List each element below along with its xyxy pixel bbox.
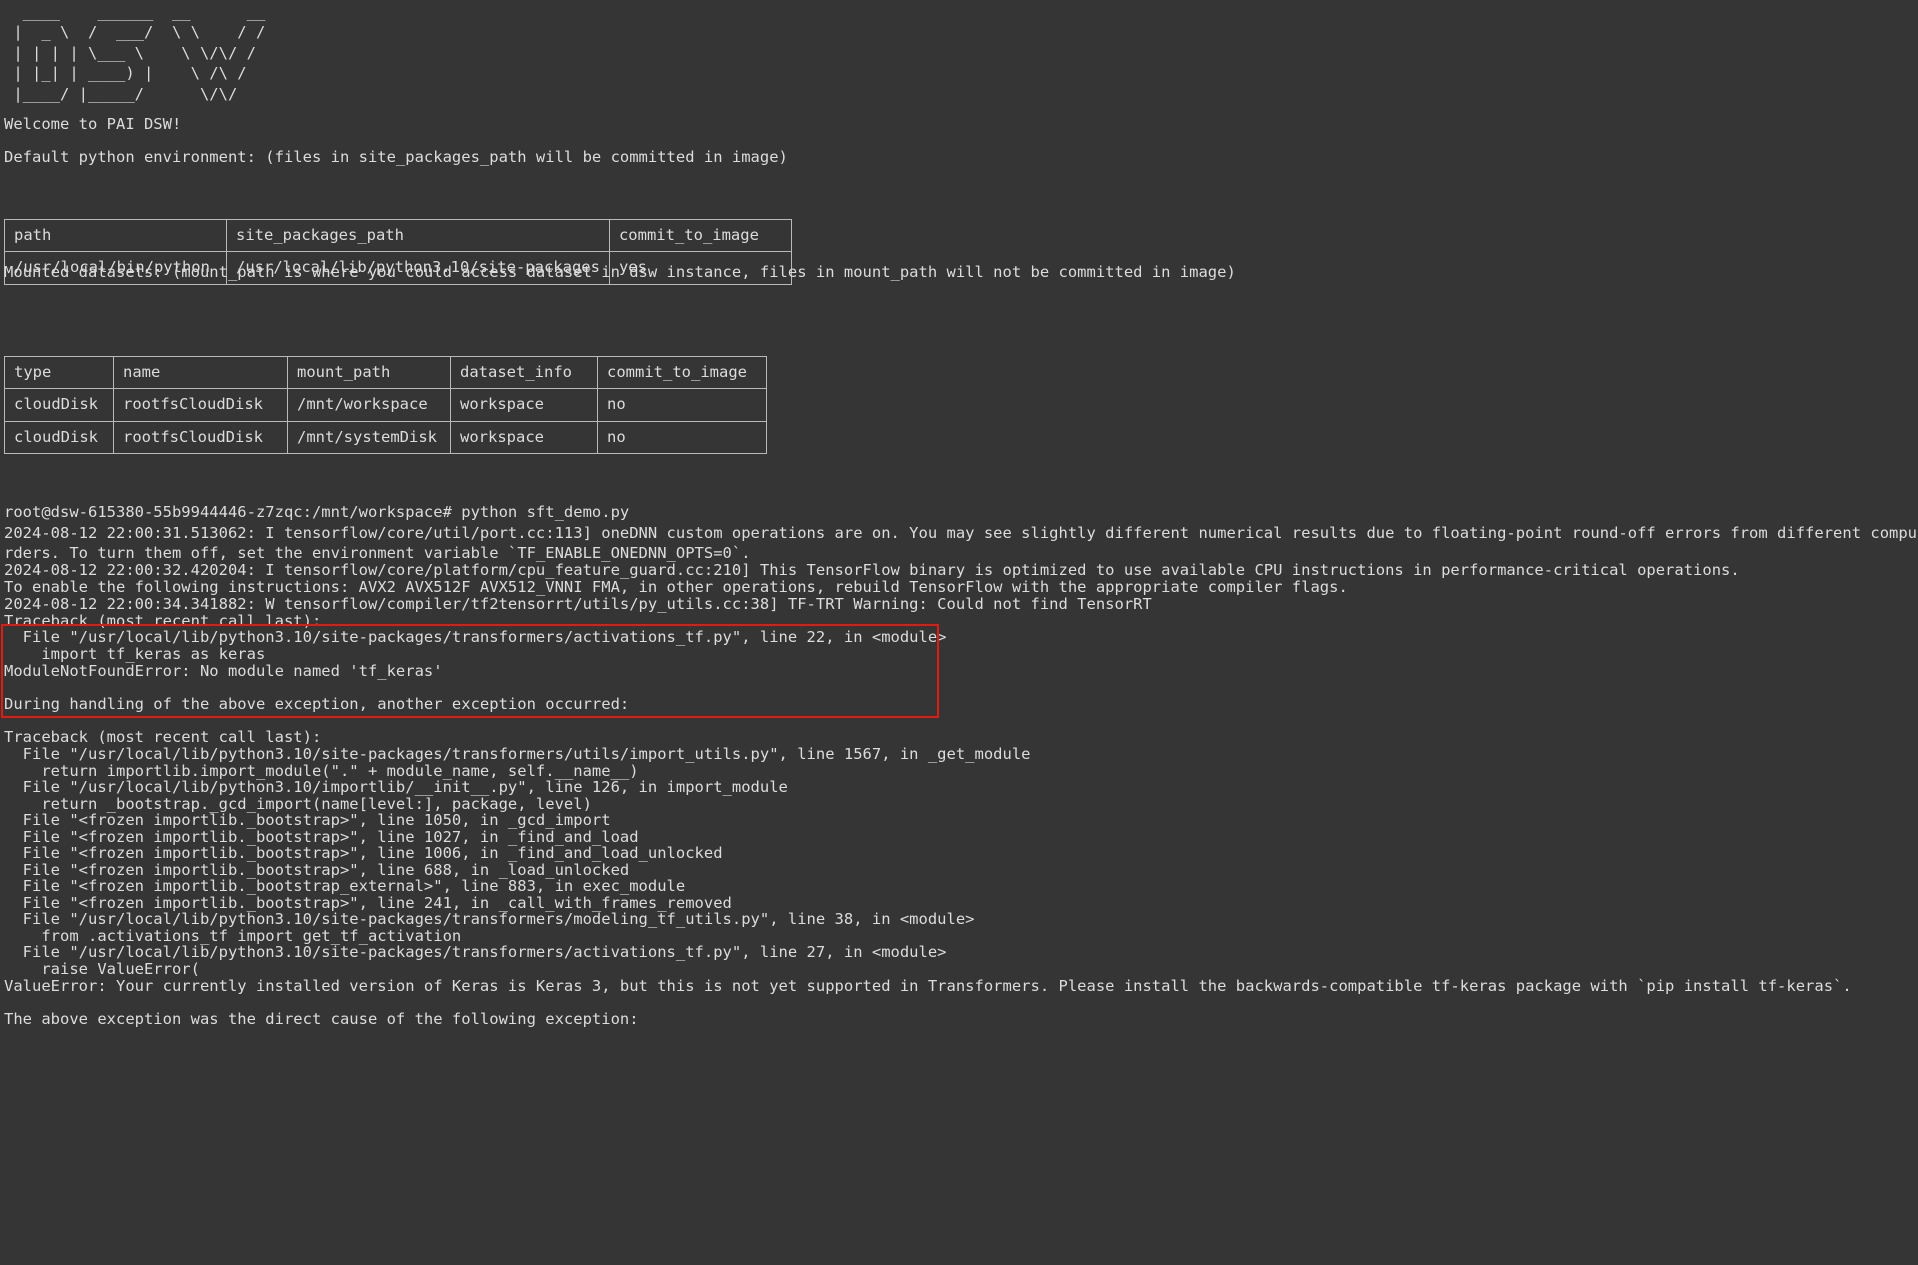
th-commit-to-image: commit_to_image [608,218,792,253]
dsw-ascii-logo: ____ ______ __ __ | _ \ / ___/ \ \ / / |… [13,3,266,103]
cell-commit-to-image: no [597,388,767,422]
th-path: path [4,218,227,253]
shell-prompt-line: root@dsw-615380-55b9944446-z7zqc:/mnt/wo… [4,503,630,521]
log-line-0: 2024-08-12 22:00:31.513062: I tensorflow… [4,524,1918,542]
terminal-window[interactable]: ____ ______ __ __ | _ \ / ___/ \ \ / / |… [0,0,1918,1141]
table-header-row: path site_packages_path commit_to_image [4,218,792,253]
table-header-row: type name mount_path dataset_info commit… [4,355,767,390]
direct-cause-line: The above exception was the direct cause… [4,1010,639,1028]
cell-dataset-info: workspace [450,388,598,422]
cell-dataset-info: workspace [450,420,598,455]
th-dataset-info: dataset_info [450,355,598,390]
welcome-message: Welcome to PAI DSW! [4,115,182,133]
table-row: cloudDisk rootfsCloudDisk /mnt/workspace… [4,388,767,422]
th-name: name [113,355,288,390]
cell-name: rootfsCloudDisk [113,388,288,422]
datasets-heading: Mounted datasets: (mount_path is where y… [4,263,1236,281]
cell-commit-to-image: no [597,420,767,455]
during-handling-line: During handling of the above exception, … [4,695,630,713]
mounted-datasets-table: type name mount_path dataset_info commit… [4,355,767,455]
traceback1-line-3: ModuleNotFoundError: No module named 'tf… [4,662,443,680]
table-row: cloudDisk rootfsCloudDisk /mnt/systemDis… [4,420,767,455]
cell-type: cloudDisk [4,420,114,455]
th-type: type [4,355,114,390]
cell-type: cloudDisk [4,388,114,422]
th-commit-to-image: commit_to_image [597,355,767,390]
cell-mount-path: /mnt/workspace [287,388,451,422]
th-mount-path: mount_path [287,355,451,390]
th-site-packages-path: site_packages_path [226,218,610,253]
cell-mount-path: /mnt/systemDisk [287,420,451,455]
cell-name: rootfsCloudDisk [113,420,288,455]
traceback2-line-15: ValueError: Your currently installed ver… [4,977,1852,995]
python-env-heading: Default python environment: (files in si… [4,148,788,166]
